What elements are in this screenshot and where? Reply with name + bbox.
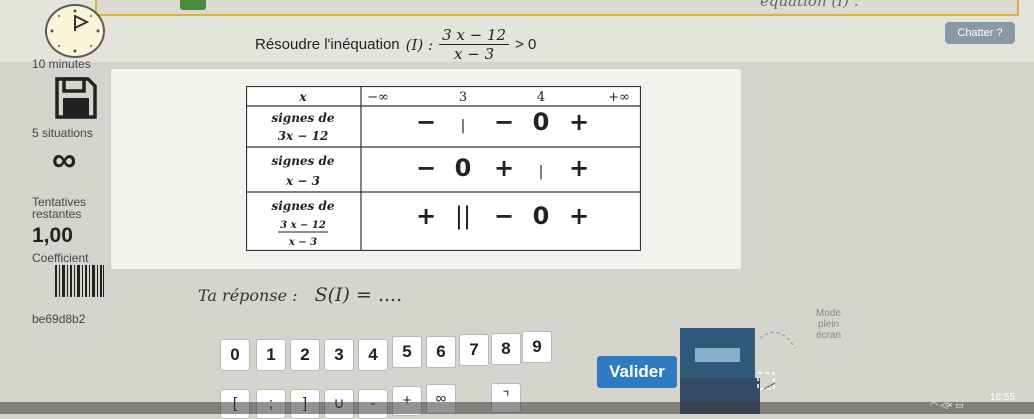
question-label: Résoudre l'inéquation (255, 36, 400, 53)
wifi-icon[interactable]: ◠ (930, 400, 938, 410)
mode-line3: écran (816, 330, 842, 341)
fullscreen-mode-button[interactable]: Mode plein écran (816, 308, 841, 341)
row2-header-line2: x − 3 (285, 174, 320, 188)
x-value-plus-inf: +∞ (608, 90, 630, 105)
validate-button[interactable]: Valider (597, 356, 677, 388)
x-value-3: 3 (459, 90, 467, 105)
key-7[interactable]: 7 (459, 334, 489, 366)
row1-header-line1: signes de (271, 111, 334, 125)
volume-icon[interactable]: ◁× (940, 400, 952, 410)
system-label: (I) : (405, 35, 434, 54)
answer-expression[interactable]: S(I) = .... (315, 284, 403, 306)
clock-icon (45, 4, 105, 58)
infinity-icon: ∞ (52, 141, 77, 179)
row3-forbidden: || (455, 202, 471, 230)
key-2[interactable]: 2 (290, 339, 320, 371)
key-9[interactable]: 9 (522, 331, 552, 363)
row1-sep: | (461, 118, 466, 134)
header-sketch-text: équation (I) . (760, 0, 859, 10)
key-5[interactable]: 5 (392, 336, 422, 368)
barcode-icon (55, 265, 104, 297)
row1-zero: 0 (533, 108, 550, 136)
fraction-numerator: 3 x − 12 (439, 26, 510, 45)
key-3[interactable]: 3 (324, 339, 354, 371)
taskbar (0, 402, 1034, 414)
key-0[interactable]: 0 (220, 339, 250, 371)
taskbar-time: 16:55 (990, 392, 1016, 403)
row2-sep: | (539, 164, 544, 180)
x-value-minus-inf: −∞ (367, 90, 389, 105)
x-header: x (298, 90, 307, 104)
time-limit: 10 minutes (32, 57, 91, 71)
row3-header-num: 3 x − 12 (280, 220, 326, 231)
row2-sign-3: + (569, 154, 589, 182)
answer-label: Ta réponse : (198, 286, 298, 305)
question-line: Résoudre l'inéquation (I) : 3 x − 12 x −… (255, 26, 536, 63)
fraction-denominator: x − 3 (454, 45, 495, 63)
sign-table: x signes de 3x − 12 signes de x − 3 sign… (246, 86, 641, 251)
key-6[interactable]: 6 (426, 336, 456, 368)
key-1[interactable]: 1 (256, 339, 286, 371)
row1-sign-2: − (494, 108, 514, 136)
key-4[interactable]: 4 (358, 339, 388, 371)
save-icon[interactable] (54, 76, 98, 120)
row2-zero: 0 (455, 154, 472, 182)
row1-header-line2: 3x − 12 (278, 129, 329, 143)
row1-sign-1: − (416, 108, 436, 136)
row2-sign-2: + (494, 154, 514, 182)
coefficient-value: 1,00 (32, 224, 73, 247)
x-value-4: 4 (537, 90, 545, 105)
mode-line1: Mode (816, 308, 842, 319)
row3-header-den: x − 3 (288, 237, 317, 248)
chat-button[interactable]: Chatter ? (945, 22, 1015, 44)
row3-sign-3: + (569, 202, 589, 230)
situations-count: 5 situations (32, 126, 93, 140)
session-code: be69d8b2 (32, 312, 86, 326)
row3-header-line1: signes de (271, 199, 334, 213)
row3-zero: 0 (533, 202, 550, 230)
row2-sign-1: − (416, 154, 436, 182)
answer-line[interactable]: Ta réponse : S(I) = .... (198, 284, 402, 306)
coefficient-label: Coefficient (32, 251, 89, 265)
system-tray: ◠ ◁× ▭ (930, 400, 964, 411)
header-frame (95, 0, 1019, 16)
key-8[interactable]: 8 (491, 333, 521, 365)
battery-icon[interactable]: ▭ (955, 400, 964, 410)
row2-header-line1: signes de (271, 154, 334, 168)
row1-sign-3: + (569, 108, 589, 136)
question-fraction: 3 x − 12 x − 3 (439, 26, 510, 63)
decorative-board-icon (680, 328, 796, 414)
attempts-label: Tentatives restantes (32, 195, 87, 221)
mode-line2: plein (817, 319, 840, 330)
row3-sign-1: + (416, 202, 436, 230)
book-icon (180, 0, 206, 10)
row3-sign-2: − (494, 202, 514, 230)
relation: > 0 (515, 36, 537, 53)
